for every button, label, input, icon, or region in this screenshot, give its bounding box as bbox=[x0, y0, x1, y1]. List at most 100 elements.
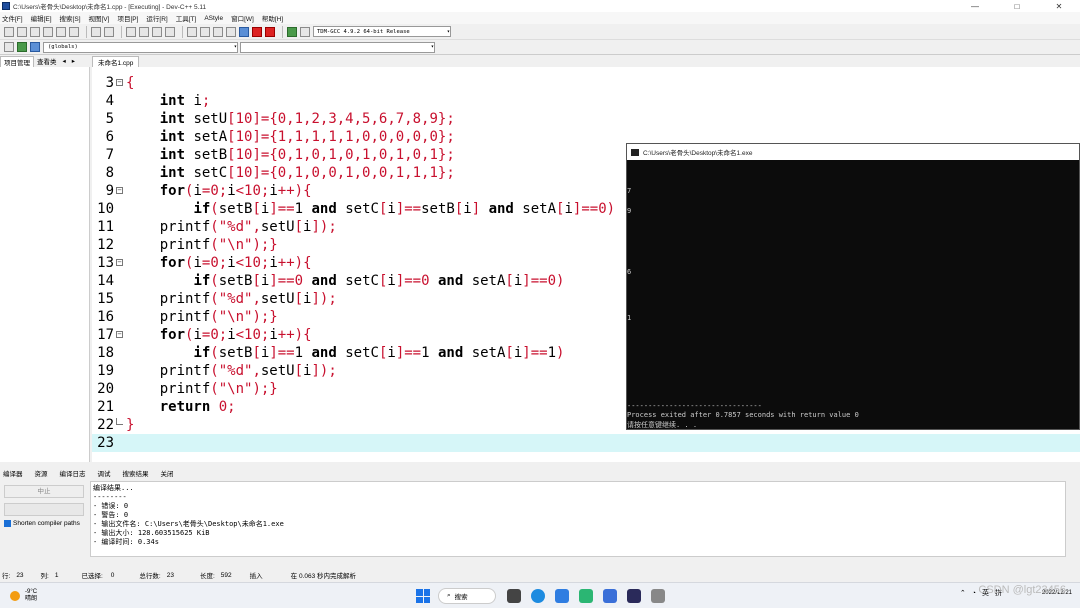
maximize-button[interactable]: □ bbox=[996, 2, 1038, 11]
status-row: 23 bbox=[16, 571, 24, 579]
tab-class-view[interactable]: 查看类 bbox=[34, 56, 60, 66]
tab-compile-log[interactable]: 编译日志 bbox=[57, 468, 86, 478]
console-output-line: 9 bbox=[627, 207, 632, 215]
status-total-label: 总行数: bbox=[139, 573, 161, 580]
code-text: printf("%d",setU[i]); bbox=[126, 291, 337, 307]
replace-icon[interactable] bbox=[139, 26, 149, 37]
console-task-icon[interactable] bbox=[651, 589, 665, 603]
menu-project[interactable]: 项目[P] bbox=[117, 13, 138, 23]
chevron-up-icon[interactable]: ⌃ bbox=[960, 589, 966, 597]
redo-icon[interactable] bbox=[104, 26, 114, 37]
code-text: printf("\n");} bbox=[126, 381, 278, 397]
devcpp-task-icon[interactable] bbox=[627, 589, 641, 603]
stop-icon[interactable] bbox=[252, 26, 262, 37]
code-line[interactable]: 3−{ bbox=[92, 74, 1080, 92]
menu-file[interactable]: 文件[F] bbox=[2, 13, 23, 23]
toolbar-separator bbox=[282, 25, 283, 38]
find-icon[interactable] bbox=[126, 26, 136, 37]
bottom-tabs: 编译器 资源 编译日志 调试 搜索结果 关闭 bbox=[0, 466, 1080, 479]
function-select[interactable]: ▾ bbox=[240, 41, 435, 53]
tab-debug[interactable]: 调试 bbox=[95, 468, 111, 478]
compile-log-output[interactable]: 编译结果... -------- - 错误: 0 - 警告: 0 - 输出文件名… bbox=[90, 481, 1066, 557]
edge-browser-icon[interactable] bbox=[531, 589, 545, 603]
app-icon[interactable] bbox=[603, 589, 617, 603]
minimize-button[interactable]: — bbox=[954, 2, 996, 11]
console-output-line: Process exited after 0.7857 seconds with… bbox=[627, 411, 859, 419]
menu-search[interactable]: 搜索[S] bbox=[60, 13, 81, 23]
globals-select[interactable]: (globals) ▾ bbox=[43, 41, 238, 53]
task-view-icon[interactable] bbox=[507, 589, 521, 603]
tab-search-results[interactable]: 搜索结果 bbox=[120, 468, 149, 478]
fold-marker-icon[interactable]: − bbox=[116, 79, 123, 86]
windows-start-icon[interactable] bbox=[416, 589, 430, 603]
network-icon[interactable]: ◔ bbox=[972, 590, 976, 597]
compile-run-icon[interactable] bbox=[213, 26, 223, 37]
taskbar: -9°C 晴朗 ⌕ 搜索 ⌃ ◔ 英 拼 2022/12/21 bbox=[0, 582, 1080, 608]
console-window[interactable]: C:\Users\老骨头\Desktop\未命名1.exe 7 9 6 1 ------… bbox=[626, 143, 1080, 430]
code-line[interactable]: 4 int i; bbox=[92, 92, 1080, 110]
code-text: printf("\n");} bbox=[126, 237, 278, 253]
status-length: 592 bbox=[220, 571, 232, 579]
compile-icon[interactable] bbox=[187, 26, 197, 37]
search-icon: ⌕ bbox=[447, 592, 451, 599]
code-line[interactable]: 5 int setU[10]={0,1,2,3,4,5,6,7,8,9}; bbox=[92, 110, 1080, 128]
code-text: for(i=0;i<10;i++){ bbox=[159, 183, 312, 199]
new-file-icon[interactable] bbox=[4, 26, 14, 37]
print-icon[interactable] bbox=[69, 26, 79, 37]
line-number: 6 bbox=[105, 129, 114, 145]
sun-icon bbox=[10, 590, 20, 601]
chevron-down-icon: ▾ bbox=[233, 44, 237, 50]
menu-window[interactable]: 窗口[W] bbox=[231, 13, 254, 23]
bookmark-icon[interactable] bbox=[30, 42, 40, 52]
profile-icon[interactable] bbox=[300, 26, 310, 37]
run-icon[interactable] bbox=[200, 26, 210, 37]
fold-marker-icon[interactable]: − bbox=[116, 187, 123, 194]
arrow-left-icon[interactable]: ◂ bbox=[60, 57, 69, 65]
undo-icon[interactable] bbox=[91, 26, 101, 37]
line-number: 13 bbox=[97, 255, 114, 271]
menu-astyle[interactable]: AStyle bbox=[204, 15, 223, 22]
shorten-paths-checkbox[interactable]: Shorten compiler paths bbox=[4, 520, 80, 527]
status-col-label: 列: bbox=[40, 573, 49, 580]
close-button[interactable]: ✕ bbox=[1038, 2, 1080, 11]
menu-run[interactable]: 运行[R] bbox=[146, 13, 167, 23]
menu-help[interactable]: 帮助[H] bbox=[262, 13, 283, 23]
open-file-icon[interactable] bbox=[17, 26, 27, 37]
check-app-icon[interactable] bbox=[555, 589, 569, 603]
fold-marker-icon[interactable]: − bbox=[116, 259, 123, 266]
tab-compiler[interactable]: 编译器 bbox=[0, 468, 23, 478]
chart-icon[interactable] bbox=[287, 26, 297, 37]
compile-log-controls: 中止 Shorten compiler paths bbox=[0, 481, 88, 557]
tab-project-manager[interactable]: 项目管理 bbox=[0, 55, 34, 67]
menu-view[interactable]: 视图[V] bbox=[89, 13, 110, 23]
code-line[interactable]: 23 bbox=[92, 434, 1080, 452]
line-number: 19 bbox=[97, 363, 114, 379]
debug-icon[interactable] bbox=[265, 26, 275, 37]
add-file-icon[interactable] bbox=[17, 42, 27, 52]
taskbar-search[interactable]: ⌕ 搜索 bbox=[438, 588, 496, 604]
goto-icon[interactable] bbox=[152, 26, 162, 37]
arrow-right-icon[interactable]: ▸ bbox=[69, 57, 78, 65]
fold-marker-icon[interactable] bbox=[116, 418, 123, 425]
wechat-icon[interactable] bbox=[579, 589, 593, 603]
menu-edit[interactable]: 编辑[E] bbox=[31, 13, 52, 23]
save-all-icon[interactable] bbox=[43, 26, 53, 37]
close-file-icon[interactable] bbox=[56, 26, 66, 37]
status-mode: 插入 bbox=[249, 573, 263, 580]
fold-marker-icon[interactable]: − bbox=[116, 331, 123, 338]
weather-widget[interactable]: -9°C 晴朗 bbox=[10, 589, 37, 603]
project-icon[interactable] bbox=[4, 42, 14, 52]
tab-close[interactable]: 关闭 bbox=[158, 468, 174, 478]
line-number: 5 bbox=[105, 111, 114, 127]
line-number: 3 bbox=[105, 75, 114, 91]
rebuild-icon[interactable] bbox=[226, 26, 236, 37]
tab-resources[interactable]: 资源 bbox=[32, 468, 48, 478]
status-length-label: 长度: bbox=[199, 573, 215, 580]
editor-file-tab[interactable]: 未命名1.cpp bbox=[92, 56, 140, 67]
indent-icon[interactable] bbox=[165, 26, 175, 37]
check-icon[interactable] bbox=[239, 26, 249, 37]
compiler-select[interactable]: TDM-GCC 4.9.2 64-bit Release ▾ bbox=[313, 26, 451, 37]
save-icon[interactable] bbox=[30, 26, 40, 37]
menu-tools[interactable]: 工具[T] bbox=[176, 13, 197, 23]
abort-button[interactable]: 中止 bbox=[4, 485, 84, 498]
